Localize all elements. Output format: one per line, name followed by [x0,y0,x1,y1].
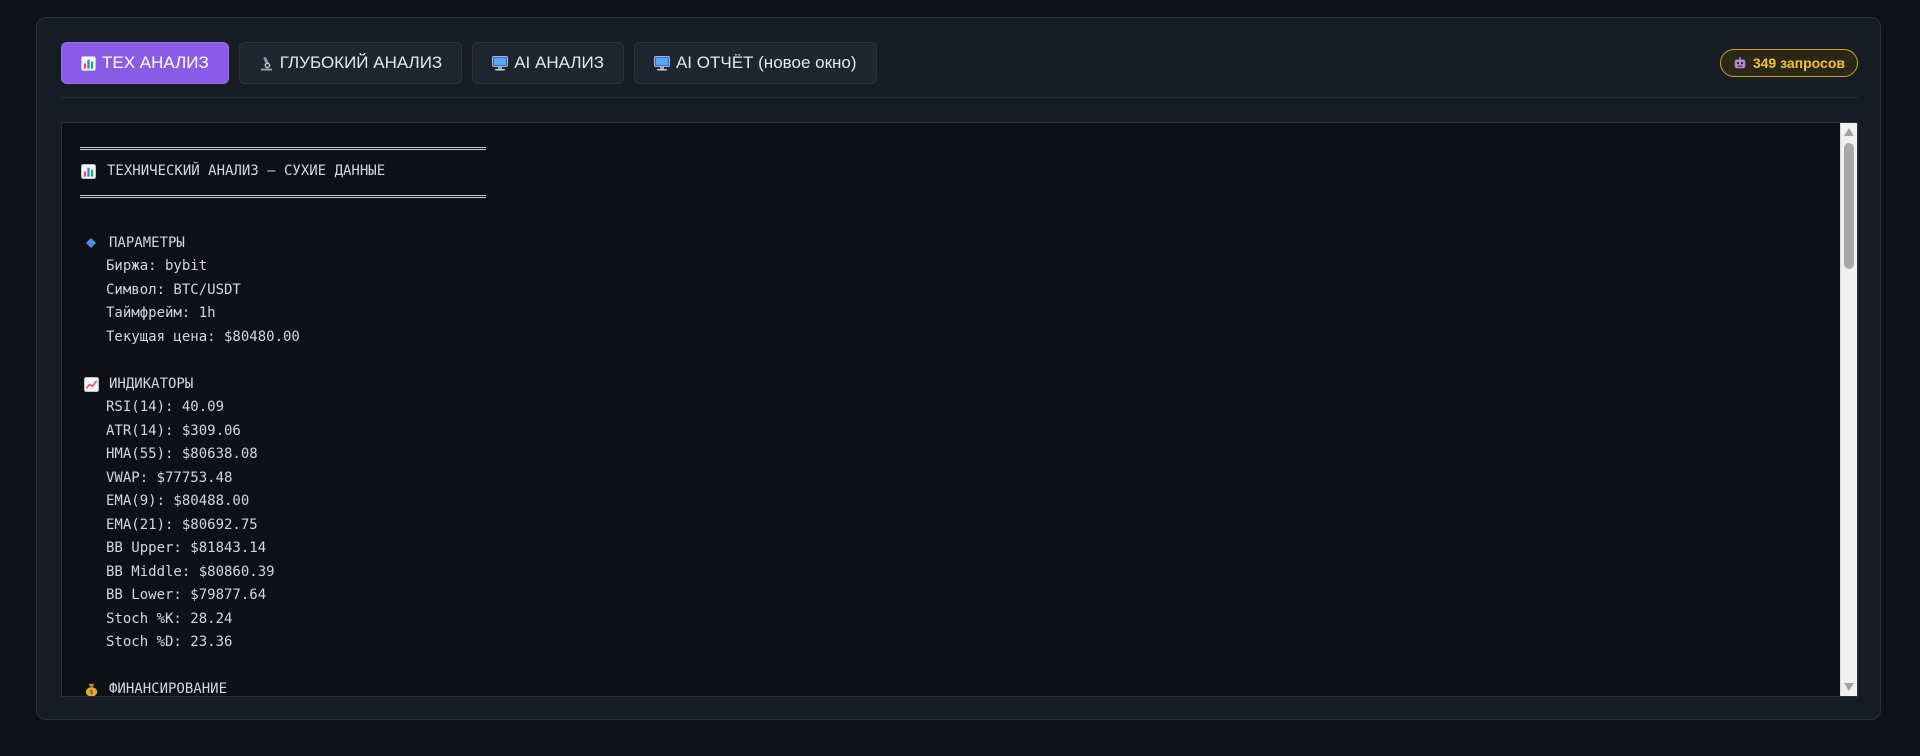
indicator-line: HMA(55): $80638.08 [106,446,258,462]
svg-text:$: $ [89,688,93,696]
indicator-line: RSI(14): 40.09 [106,399,225,415]
indicator-line: Stoch %D: 23.36 [106,634,233,650]
scrollbar[interactable] [1840,123,1857,696]
section-params-heading: ПАРАМЕТРЫ [80,232,486,256]
section-funding-heading: $ ФИНАНСИРОВАНИЕ [80,678,486,696]
scroll-down-icon[interactable] [1844,683,1854,691]
param-price: Текущая цена: $80480.00 [106,328,300,345]
computer-icon [492,55,509,71]
tab-label: AI ОТЧЁТ (новое окно) [675,53,857,72]
report-output[interactable]: ТЕХНИЧЕСКИЙ АНАЛИЗ — СУХИЕ ДАННЫЕ ПАРАМЕ… [61,122,1858,697]
microscope-icon [259,56,274,71]
indicator-line: BB Upper: $81843.14 [106,540,267,556]
requests-badge: 349 запросов [1719,49,1858,77]
divider [61,97,1858,98]
section-indicators-heading: ИНДИКАТОРЫ [80,373,486,397]
tab-ai-analysis[interactable]: AI АНАЛИЗ [472,42,624,84]
bar-chart-icon [80,164,96,180]
robot-icon [1733,56,1747,70]
indicator-line: EMA(9): $80488.00 [106,493,250,509]
tab-deep-analysis[interactable]: ГЛУБОКИЙ АНАЛИЗ [238,42,463,84]
money-bag-icon: $ [83,682,99,696]
bar-chart-icon [81,55,96,71]
analysis-panel: ТЕХ АНАЛИЗ ГЛУБОКИЙ АНАЛИЗ AI АНАЛИЗ AI … [36,17,1881,720]
tab-label: ГЛУБОКИЙ АНАЛИЗ [279,53,443,72]
tab-label: AI АНАЛИЗ [514,53,604,72]
tab-bar: ТЕХ АНАЛИЗ ГЛУБОКИЙ АНАЛИЗ AI АНАЛИЗ AI … [61,42,877,84]
param-exchange: Биржа: bybit [106,258,208,274]
indicator-line: VWAP: $77753.48 [106,469,233,486]
tab-ai-report[interactable]: AI ОТЧЁТ (новое окно) [633,42,877,84]
scrollbar-thumb[interactable] [1844,143,1854,269]
report-title-row: ТЕХНИЧЕСКИЙ АНАЛИЗ — СУХИЕ ДАННЫЕ [80,160,486,184]
tab-tech-analysis[interactable]: ТЕХ АНАЛИЗ [61,42,229,84]
diamond-icon [83,235,99,251]
requests-count: 349 запросов [1752,55,1845,71]
indicator-line: Stoch %K: 28.24 [106,610,233,627]
param-timeframe: Таймфрейм: 1h [106,305,216,321]
indicator-line: EMA(21): $80692.75 [106,516,258,533]
tab-label: ТЕХ АНАЛИЗ [102,53,209,72]
scroll-up-icon[interactable] [1844,128,1854,136]
report-title: ТЕХНИЧЕСКИЙ АНАЛИЗ — СУХИЕ ДАННЫЕ [107,163,386,179]
indicator-line: ATR(14): $309.06 [106,422,241,439]
double-rule [80,147,486,150]
indicator-line: BB Lower: $79877.64 [106,587,267,603]
report-content: ТЕХНИЧЕСКИЙ АНАЛИЗ — СУХИЕ ДАННЫЕ ПАРАМЕ… [80,147,486,696]
indicator-line: BB Middle: $80860.39 [106,563,275,580]
param-symbol: Символ: BTC/USDT [106,281,241,298]
chart-up-icon [83,376,99,392]
computer-icon [653,55,670,71]
